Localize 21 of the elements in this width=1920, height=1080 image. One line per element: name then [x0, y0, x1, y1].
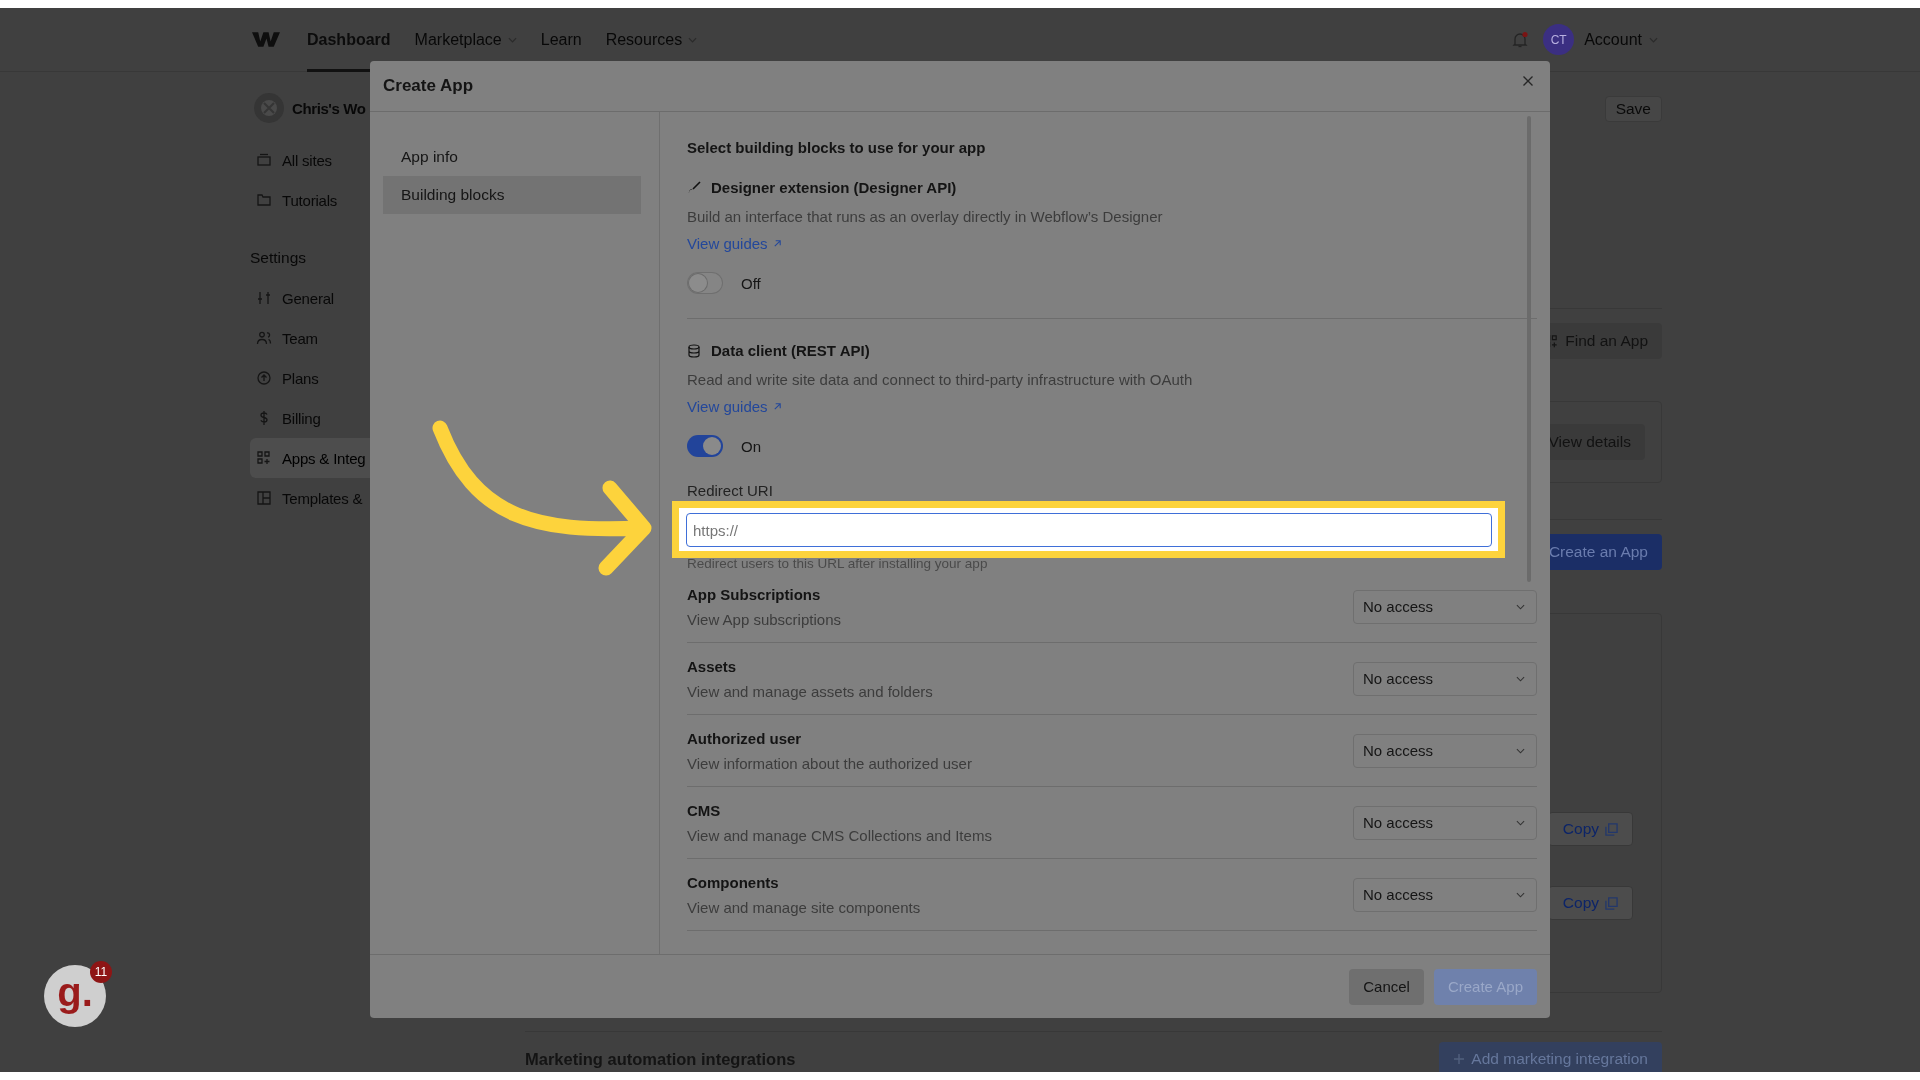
- dialog-title: Create App: [383, 76, 474, 96]
- permission-name: App Subscriptions: [687, 585, 822, 603]
- permission-description: View information about the authorized user: [687, 754, 972, 772]
- field-label: Redirect URI: [687, 482, 774, 499]
- permission-description: View App subscriptions: [687, 610, 841, 628]
- permission-name: Components: [687, 873, 780, 891]
- notification-badge: 11: [90, 961, 112, 983]
- permission-description: View and manage site components: [687, 898, 921, 916]
- section-heading: Select building blocks to use for your app: [687, 139, 987, 156]
- toggle-label: On: [741, 437, 761, 455]
- block-title: Designer extension (Designer API): [711, 179, 957, 196]
- permission-description: View and manage assets and folders: [687, 682, 933, 700]
- block-description: Build an interface that runs as an overlay directly in Webflow’s Designer: [687, 208, 1164, 225]
- permission-name: Authorized user: [687, 729, 803, 747]
- section-heading: Settings: [250, 248, 306, 268]
- block-title: Data client (REST API): [711, 342, 870, 359]
- toggle-label: Off: [741, 274, 761, 292]
- permission-name: Assets: [687, 657, 738, 675]
- permission-description: View and manage CMS Collections and Items: [687, 826, 992, 844]
- permission-name: CMS: [687, 801, 722, 819]
- block-description: Read and write site data and connect to third-party infrastructure with OAuth: [687, 371, 1194, 388]
